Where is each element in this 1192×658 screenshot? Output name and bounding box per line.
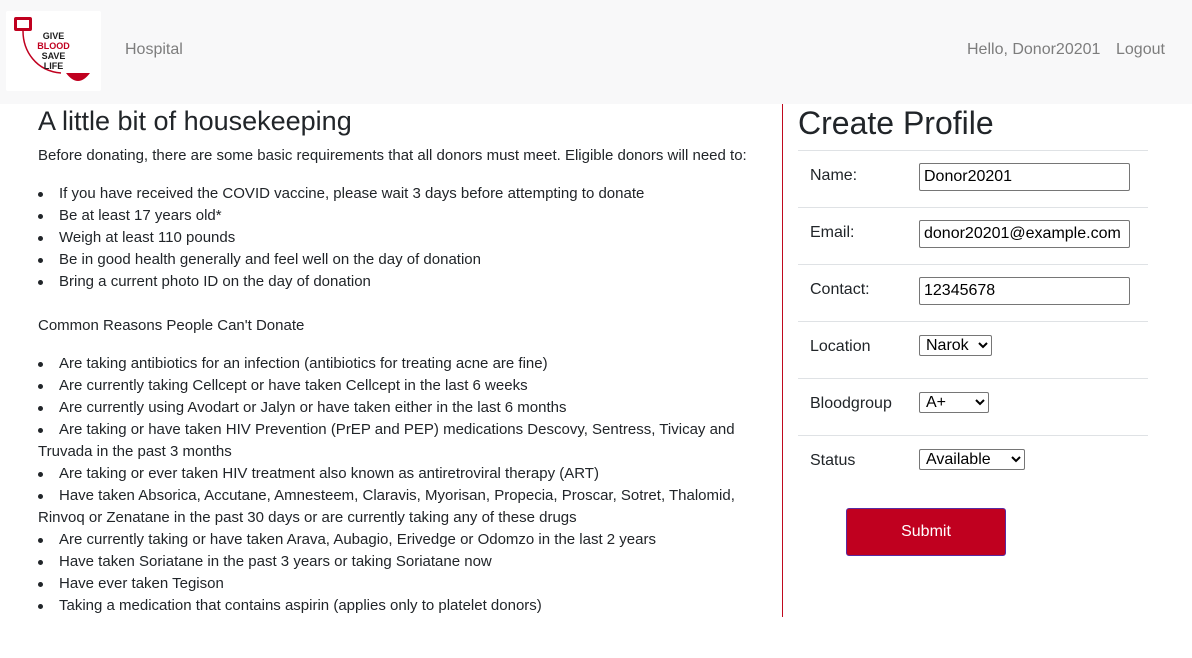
- bullet-icon: [38, 214, 43, 219]
- reason-text: Have taken Absorica, Accutane, Amnesteem…: [38, 487, 735, 526]
- bullet-icon: [38, 560, 43, 565]
- reason-text: Have taken Soriatane in the past 3 years…: [59, 553, 492, 570]
- status-select[interactable]: Available: [919, 449, 1025, 470]
- requirements-list: If you have received the COVID vaccine, …: [38, 183, 748, 293]
- list-item: Weigh at least 110 pounds: [38, 227, 748, 249]
- status-label: Status: [810, 452, 856, 469]
- logo-text-save: SAVE: [41, 51, 66, 61]
- name-input[interactable]: [919, 163, 1130, 191]
- reason-text: Are currently taking or have taken Arava…: [59, 531, 656, 548]
- bullet-icon: [38, 604, 43, 609]
- form-row-contact: Contact:: [798, 264, 1148, 322]
- requirement-text: Be at least 17 years old*: [59, 207, 222, 224]
- list-item: Be at least 17 years old*: [38, 205, 748, 227]
- list-item: Have taken Absorica, Accutane, Amnesteem…: [38, 485, 748, 529]
- logo-text-blood: BLOOD: [37, 41, 70, 51]
- contact-label: Contact:: [810, 281, 870, 298]
- housekeeping-title: A little bit of housekeeping: [38, 106, 352, 136]
- nav-hospital-link[interactable]: Hospital: [125, 41, 183, 59]
- reason-text: Taking a medication that contains aspiri…: [59, 597, 542, 614]
- name-label: Name:: [810, 167, 858, 184]
- reason-text: Are taking antibiotics for an infection …: [59, 355, 548, 372]
- common-reasons-title: Common Reasons People Can't Donate: [38, 317, 305, 334]
- bloodgroup-select[interactable]: A+: [919, 392, 989, 413]
- bullet-icon: [38, 406, 43, 411]
- list-item: Taking a medication that contains aspiri…: [38, 595, 748, 617]
- give-blood-logo[interactable]: GIVE BLOOD SAVE LIFE: [6, 11, 101, 91]
- reason-text: Are taking or ever taken HIV treatment a…: [59, 465, 599, 482]
- list-item: Are taking or have taken HIV Prevention …: [38, 419, 748, 463]
- submit-button[interactable]: Submit: [846, 508, 1006, 556]
- list-item: Are currently taking Cellcept or have ta…: [38, 375, 748, 397]
- form-row-location: Location Narok: [798, 321, 1148, 379]
- reasons-list: Are taking antibiotics for an infection …: [38, 353, 748, 617]
- bullet-icon: [38, 192, 43, 197]
- contact-input[interactable]: [919, 277, 1130, 305]
- bloodgroup-label: Bloodgroup: [810, 395, 892, 412]
- list-item: Bring a current photo ID on the day of d…: [38, 271, 748, 293]
- reason-text: Are taking or have taken HIV Prevention …: [38, 421, 735, 460]
- form-row-bloodgroup: Bloodgroup A+: [798, 378, 1148, 436]
- logo-text-give: GIVE: [42, 31, 65, 41]
- form-row-email: Email:: [798, 207, 1148, 265]
- list-item: Are currently taking or have taken Arava…: [38, 529, 748, 551]
- user-greeting: Hello, Donor20201: [967, 41, 1101, 58]
- bullet-icon: [38, 582, 43, 587]
- location-label: Location: [810, 338, 871, 355]
- reason-text: Are currently using Avodart or Jalyn or …: [59, 399, 567, 416]
- list-item: If you have received the COVID vaccine, …: [38, 183, 748, 205]
- reason-text: Are currently taking Cellcept or have ta…: [59, 377, 528, 394]
- logo-text-life: LIFE: [43, 61, 64, 71]
- list-item: Have taken Soriatane in the past 3 years…: [38, 551, 748, 573]
- create-profile-title: Create Profile: [798, 105, 994, 141]
- bullet-icon: [38, 236, 43, 241]
- email-label: Email:: [810, 224, 855, 241]
- form-row-name: Name:: [798, 150, 1148, 208]
- bullet-icon: [38, 472, 43, 477]
- logout-link[interactable]: Logout: [1116, 41, 1165, 59]
- bullet-icon: [38, 362, 43, 367]
- bullet-icon: [38, 258, 43, 263]
- requirement-text: If you have received the COVID vaccine, …: [59, 185, 645, 202]
- requirement-text: Bring a current photo ID on the day of d…: [59, 273, 371, 290]
- list-item: Have ever taken Tegison: [38, 573, 748, 595]
- list-item: Are currently using Avodart or Jalyn or …: [38, 397, 748, 419]
- list-item: Are taking antibiotics for an infection …: [38, 353, 748, 375]
- bullet-icon: [38, 280, 43, 285]
- reason-text: Have ever taken Tegison: [59, 575, 224, 592]
- list-item: Are taking or ever taken HIV treatment a…: [38, 463, 748, 485]
- bullet-icon: [38, 538, 43, 543]
- section-divider: [782, 104, 783, 617]
- requirement-text: Be in good health generally and feel wel…: [59, 251, 481, 268]
- requirement-text: Weigh at least 110 pounds: [59, 229, 236, 246]
- housekeeping-intro: Before donating, there are some basic re…: [38, 147, 747, 164]
- location-select[interactable]: Narok: [919, 335, 992, 356]
- form-row-status: Status Available: [798, 435, 1148, 493]
- bullet-icon: [38, 428, 43, 433]
- list-item: Be in good health generally and feel wel…: [38, 249, 748, 271]
- navbar: GIVE BLOOD SAVE LIFE Hospital Hello, Don…: [0, 0, 1192, 104]
- email-input[interactable]: [919, 220, 1130, 248]
- bullet-icon: [38, 494, 43, 499]
- bullet-icon: [38, 384, 43, 389]
